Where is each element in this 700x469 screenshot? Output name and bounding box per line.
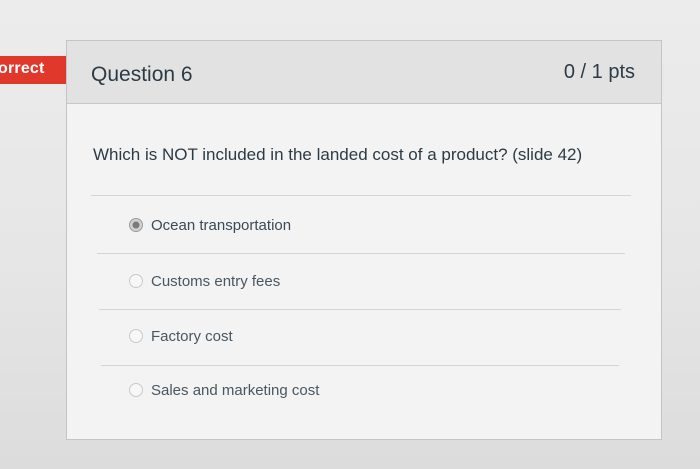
answer-option-1[interactable]: Ocean transportation bbox=[129, 214, 291, 236]
divider bbox=[97, 253, 625, 254]
divider bbox=[91, 195, 631, 196]
divider bbox=[101, 365, 619, 366]
answer-label: Factory cost bbox=[151, 327, 233, 345]
answer-option-3[interactable]: Factory cost bbox=[129, 325, 233, 347]
answer-label: Ocean transportation bbox=[151, 216, 292, 234]
radio-icon[interactable] bbox=[129, 329, 143, 343]
answer-option-2[interactable]: Customs entry fees bbox=[129, 270, 280, 292]
answer-option-4[interactable]: Sales and marketing cost bbox=[129, 379, 319, 401]
radio-icon[interactable] bbox=[129, 383, 143, 397]
question-card: Question 6 0 / 1 pts Which is NOT includ… bbox=[66, 40, 662, 440]
answer-label: Customs entry fees bbox=[151, 272, 281, 290]
radio-icon[interactable] bbox=[129, 274, 143, 288]
question-points: 0 / 1 pts bbox=[563, 61, 635, 83]
question-title: Question 6 bbox=[91, 63, 193, 86]
question-text: Which is NOT included in the landed cost… bbox=[93, 145, 583, 164]
flag-label: orrect bbox=[0, 60, 45, 77]
divider bbox=[99, 309, 621, 310]
answer-label: Sales and marketing cost bbox=[151, 381, 320, 399]
radio-selected-icon[interactable] bbox=[129, 218, 143, 232]
question-header: Question 6 0 / 1 pts bbox=[67, 41, 661, 104]
